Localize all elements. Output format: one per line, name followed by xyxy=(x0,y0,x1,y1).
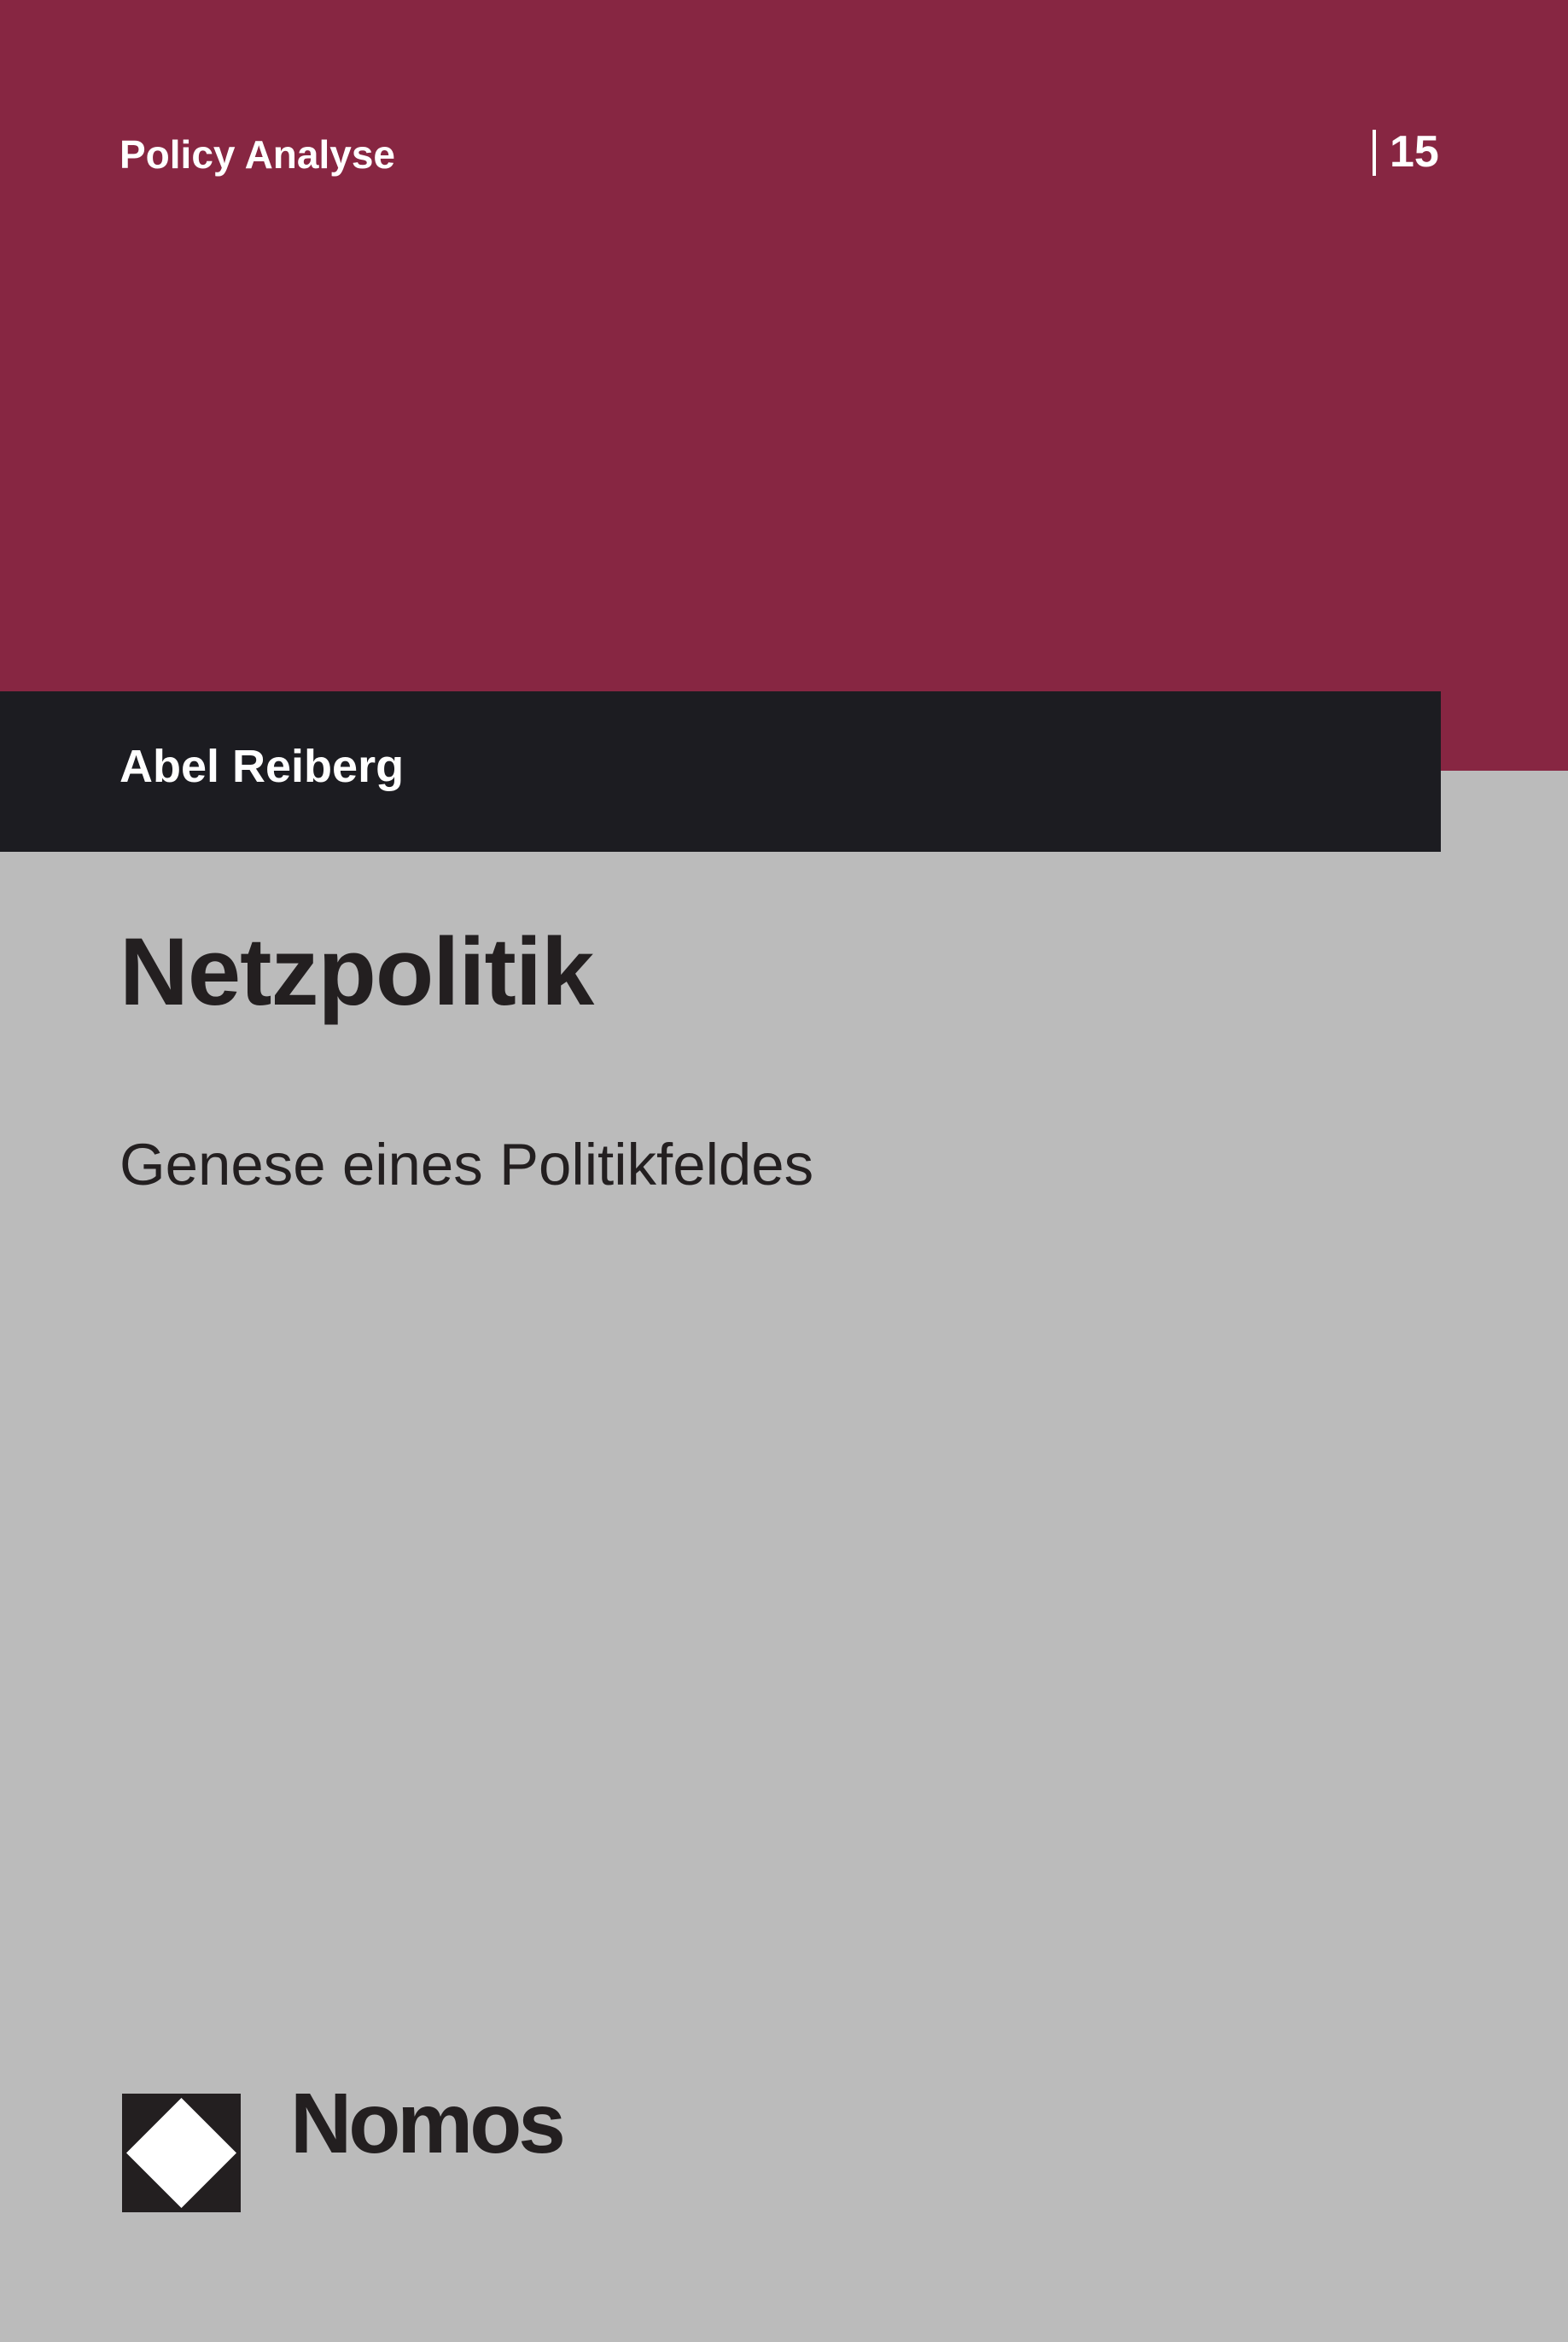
volume-number: 15 xyxy=(1390,127,1439,177)
series-title: Policy Analyse xyxy=(119,132,396,177)
author-name: Abel Reiberg xyxy=(119,741,405,792)
series-banner xyxy=(0,0,1568,771)
book-subtitle: Genese eines Politikfeldes xyxy=(119,1132,814,1197)
book-title: Netzpolitik xyxy=(119,918,594,1025)
nomos-diamond-logo-icon xyxy=(122,2094,241,2212)
volume-divider xyxy=(1373,130,1376,176)
publisher-name: Nomos xyxy=(290,2076,566,2171)
